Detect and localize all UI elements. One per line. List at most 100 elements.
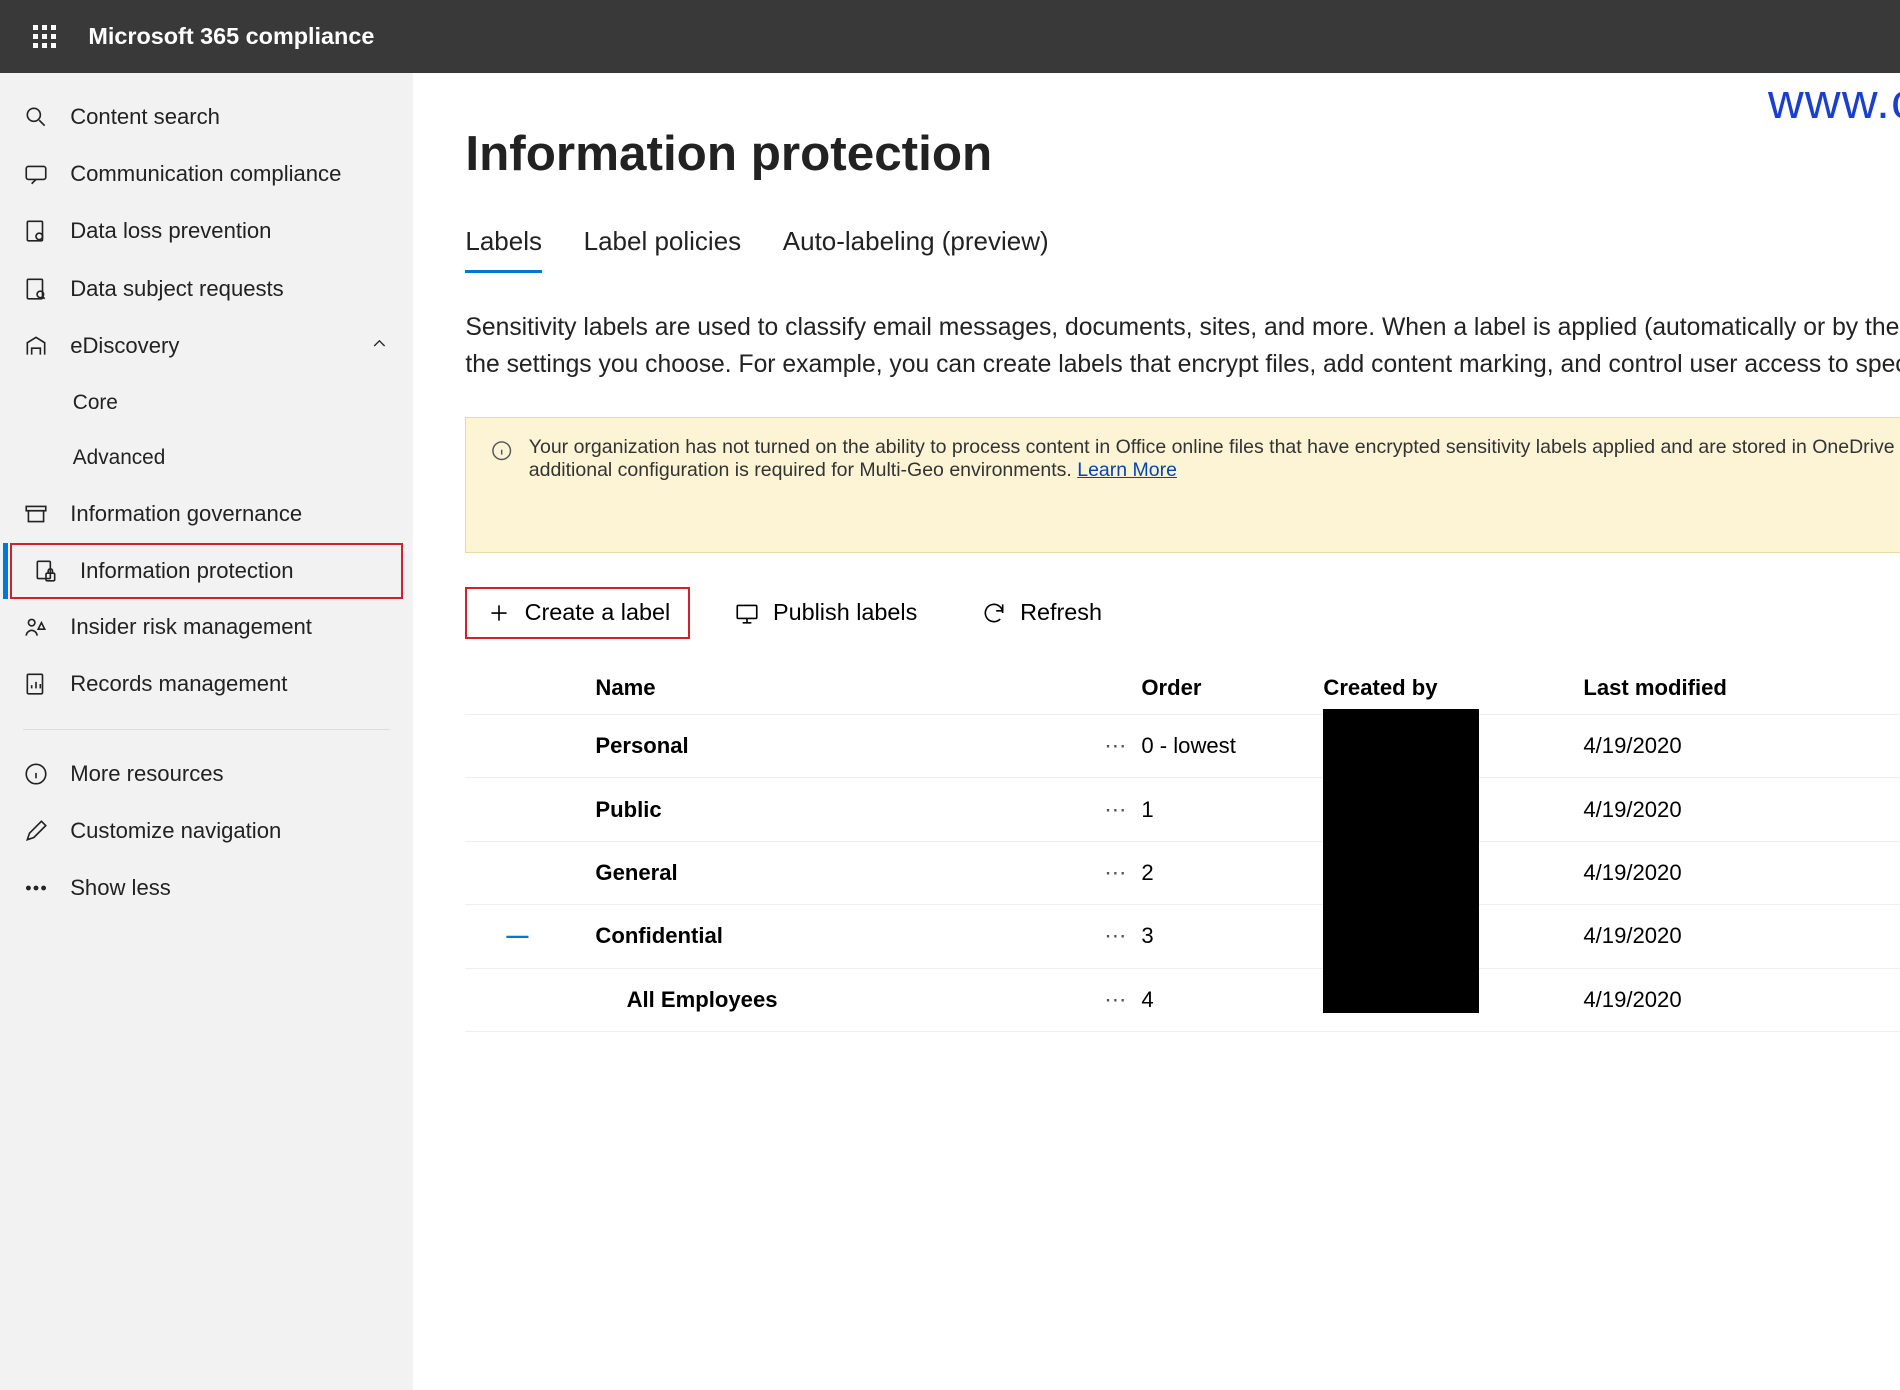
sidebar-item-label: Show less: [70, 875, 171, 901]
sidebar-item-more-resources[interactable]: More resources: [0, 745, 413, 802]
col-created[interactable]: Created by: [1323, 675, 1583, 701]
row-name: All Employees: [595, 987, 1089, 1013]
sidebar-item-label: Records management: [70, 671, 287, 697]
app-header: Microsoft 365 compliance: [0, 0, 1900, 73]
tab-label-policies[interactable]: Label policies: [584, 226, 742, 273]
publish-labels-text: Publish labels: [773, 599, 917, 626]
row-actions-button[interactable]: ⋯: [1089, 987, 1141, 1013]
sidebar-item-label: Core: [73, 391, 118, 415]
tab-bar: Labels Label policies Auto-labeling (pre…: [465, 226, 1900, 273]
col-name[interactable]: Name: [595, 675, 1089, 701]
waffle-icon: [33, 25, 56, 48]
chat-icon: [23, 161, 49, 187]
brand-title: Microsoft 365 compliance: [88, 23, 374, 50]
sidebar-item-data-loss-prevention[interactable]: Data loss prevention: [0, 203, 413, 260]
sidebar-item-label: Information governance: [70, 501, 302, 527]
sidebar-item-customize-navigation[interactable]: Customize navigation: [0, 802, 413, 859]
sidebar-item-label: Information protection: [80, 558, 294, 584]
sidebar-item-information-protection-active: Information protection: [10, 543, 403, 599]
sidebar-item-information-governance[interactable]: Information governance: [0, 486, 413, 543]
sidebar-item-label: More resources: [70, 761, 223, 787]
row-actions-button[interactable]: ⋯: [1089, 733, 1141, 759]
table-row[interactable]: Personal⋯0 - lowest 4/19/2020: [465, 715, 1900, 778]
sidebar-item-show-less[interactable]: Show less: [0, 860, 413, 917]
refresh-text: Refresh: [1020, 599, 1102, 626]
pencil-icon: [23, 818, 49, 844]
sidebar-item-label: Data subject requests: [70, 276, 284, 302]
row-modified: 4/19/2020: [1583, 797, 1804, 823]
archive-icon: [23, 501, 49, 527]
sidebar-item-label: Content search: [70, 104, 220, 130]
redacted-created-by-column: [1323, 709, 1479, 1013]
publish-labels-button[interactable]: Publish labels: [714, 587, 938, 639]
refresh-icon: [981, 600, 1007, 626]
refresh-button[interactable]: Refresh: [961, 587, 1122, 639]
create-label-button[interactable]: Create a label: [465, 587, 690, 639]
search-icon: [23, 104, 49, 130]
sidebar-item-ediscovery-core[interactable]: Core: [0, 375, 413, 430]
sidebar-item-content-search[interactable]: Content search: [0, 88, 413, 145]
sidebar-item-communication-compliance[interactable]: Communication compliance: [0, 146, 413, 203]
info-banner: Your organization has not turned on the …: [465, 417, 1900, 553]
shield-doc-icon: [33, 558, 59, 584]
banner-text: Your organization has not turned on the …: [529, 436, 1900, 481]
col-modified[interactable]: Last modified: [1583, 675, 1804, 701]
watermark-text: www.cert2brain.com: [1768, 73, 1900, 130]
toolbar: Create a label Publish labels Refresh: [465, 587, 1900, 639]
row-name: General: [595, 860, 1089, 886]
row-modified: 4/19/2020: [1583, 987, 1804, 1013]
table-row[interactable]: General⋯2 4/19/2020: [465, 842, 1900, 905]
row-modified: 4/19/2020: [1583, 733, 1804, 759]
sidebar-divider: [23, 729, 390, 730]
row-order: 3: [1141, 923, 1323, 949]
page-description: Sensitivity labels are used to classify …: [465, 309, 1900, 383]
banner-learn-more-link[interactable]: Learn More: [1077, 459, 1177, 481]
labels-table: ▲ Name Order Created by Last modified Pe…: [465, 662, 1900, 1032]
sidebar-item-insider-risk[interactable]: Insider risk management: [0, 599, 413, 656]
row-modified: 4/19/2020: [1583, 860, 1804, 886]
table-header-row: Name Order Created by Last modified: [465, 662, 1900, 715]
sidebar-item-data-subject-requests[interactable]: Data subject requests: [0, 260, 413, 317]
sidebar-item-records-management[interactable]: Records management: [0, 656, 413, 713]
plus-icon: [486, 600, 512, 626]
page-title: Information protection: [465, 125, 992, 182]
row-actions-button[interactable]: ⋯: [1089, 860, 1141, 886]
row-name: Public: [595, 797, 1089, 823]
publish-icon: [734, 600, 760, 626]
row-order: 0 - lowest: [1141, 733, 1323, 759]
doc-search-icon: [23, 276, 49, 302]
info-icon: [23, 761, 49, 787]
chevron-up-icon: [369, 333, 390, 360]
ellipsis-icon: [23, 875, 49, 901]
people-alert-icon: [23, 614, 49, 640]
col-order[interactable]: Order: [1141, 675, 1323, 701]
main-content: www.cert2brain.com Information protectio…: [413, 73, 1900, 1390]
lock-doc-icon: [23, 218, 49, 244]
sidebar-item-information-protection[interactable]: Information protection: [10, 543, 403, 599]
app-launcher-button[interactable]: [16, 8, 73, 65]
sidebar-item-label: Insider risk management: [70, 614, 312, 640]
create-label-text: Create a label: [525, 599, 671, 626]
sidebar-item-label: Customize navigation: [70, 818, 281, 844]
sidebar-item-ediscovery[interactable]: eDiscovery: [0, 317, 413, 375]
row-name: Personal: [595, 733, 1089, 759]
table-row[interactable]: Public⋯14/19/2020: [465, 778, 1900, 841]
collapse-icon[interactable]: —: [465, 923, 595, 949]
sidebar-item-label: Advanced: [73, 446, 166, 470]
row-actions-button[interactable]: ⋯: [1089, 923, 1141, 949]
table-row[interactable]: —Confidential⋯34/19/2020: [465, 905, 1900, 968]
tab-auto-labeling[interactable]: Auto-labeling (preview): [783, 226, 1049, 273]
sidebar-nav: Content search Communication compliance …: [0, 73, 413, 1390]
sidebar-item-ediscovery-advanced[interactable]: Advanced: [0, 430, 413, 485]
row-actions-button[interactable]: ⋯: [1089, 797, 1141, 823]
row-name: Confidential: [595, 923, 1089, 949]
chart-doc-icon: [23, 671, 49, 697]
sidebar-item-label: Communication compliance: [70, 161, 341, 187]
info-icon: [490, 439, 513, 462]
row-order: 2: [1141, 860, 1323, 886]
sidebar-item-label: eDiscovery: [70, 333, 179, 359]
tab-labels[interactable]: Labels: [465, 226, 542, 273]
building-icon: [23, 333, 49, 359]
table-row[interactable]: All Employees⋯4 4/19/2020: [465, 969, 1900, 1032]
row-order: 4: [1141, 987, 1323, 1013]
